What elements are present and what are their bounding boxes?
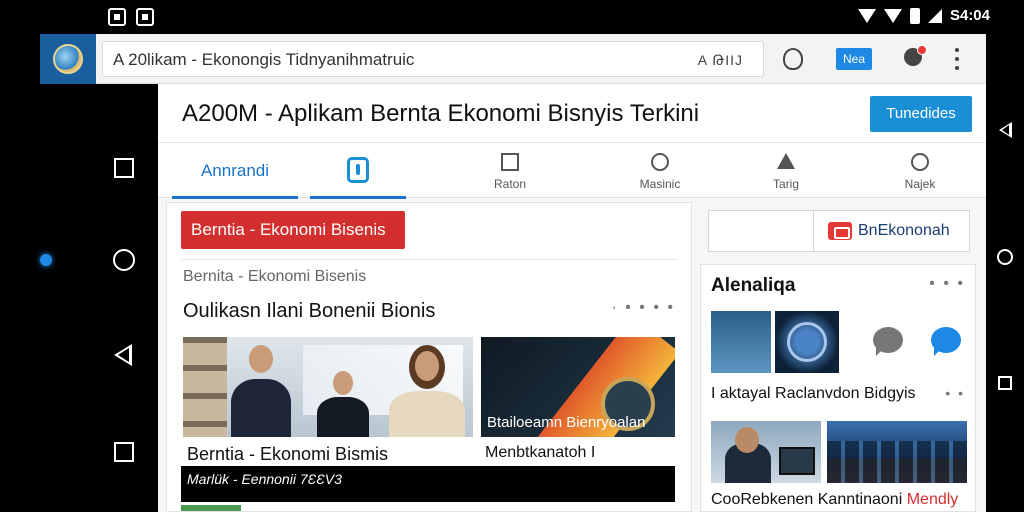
more-menu-icon[interactable] [954, 48, 960, 70]
wifi-icon [857, 8, 876, 23]
mail-icon [501, 153, 519, 171]
bookshelf-graphic [183, 337, 227, 437]
monitor-graphic [779, 447, 815, 475]
status-bar: S4:04 [0, 0, 1024, 34]
back-triangle-icon[interactable] [114, 344, 132, 366]
person-man-head [249, 345, 273, 373]
signal-icon [927, 8, 942, 23]
status-right-icons: S4:04 [857, 7, 990, 24]
status-left-icons [108, 8, 154, 26]
side-thumb-person[interactable] [711, 421, 821, 483]
phone-screen: S4:04 A 20likam - Ekonongis Tidnyanihmat… [0, 0, 1024, 512]
side-bottom-red-text: Mendly [906, 491, 959, 508]
news-card-image-team[interactable] [183, 337, 473, 437]
divider [181, 259, 677, 260]
section-more-icon[interactable]: · • • • • [611, 299, 675, 317]
side-thumb-tech[interactable] [775, 311, 839, 373]
tab-raton-label: Raton [493, 177, 527, 191]
triangle-icon [777, 153, 795, 169]
side-thumb-city[interactable] [711, 311, 771, 373]
tab-masinic-label: Masinic [639, 177, 681, 191]
card2-caption[interactable]: Menbtkanatoh I [485, 444, 595, 462]
site-logo[interactable] [40, 34, 96, 84]
globe-logo-icon [53, 44, 83, 74]
news-card-image-tech[interactable]: Btailoeamn Bienryoalan [481, 337, 675, 437]
url-right-text: A ԹIIJ [697, 52, 743, 68]
home-circle-icon[interactable] [113, 249, 135, 271]
black-banner-text: Marlük - Eennonii 7ƐƐV3 [187, 471, 342, 487]
chat-gray-icon[interactable] [873, 327, 903, 356]
tab-raton[interactable]: Raton [448, 143, 572, 199]
url-text: A 20likam - Ekonongis Tidnyanihmatruiс [113, 50, 415, 69]
tab-badge[interactable] [304, 143, 412, 199]
server-racks-graphic [827, 441, 967, 483]
side-thumb-servers[interactable] [827, 421, 967, 483]
wifi-icon-secondary [883, 8, 902, 23]
right-recents-icon[interactable] [998, 376, 1012, 390]
target-ring-icon [787, 322, 827, 362]
side-bottom-caption[interactable]: CooRebkenen Kanntinaoni Mendly [711, 491, 958, 509]
page-header: A200M - Aplikam Bernta Ekonomi Bisnyis T… [158, 84, 986, 142]
side-panel: Alenaliqa • • • I aktayal Raclanvdon Bid… [700, 264, 976, 512]
left-nav-bar [0, 34, 158, 512]
bottom-green-accent [181, 505, 241, 511]
person-woman-1-head [333, 371, 353, 395]
user-icon [911, 153, 929, 171]
right-nav-bar [986, 34, 1024, 512]
black-banner[interactable]: Marlük - Eennonii 7ƐƐV3 [181, 466, 675, 502]
web-page: A200M - Aplikam Bernta Ekonomi Bisnyis T… [158, 84, 986, 512]
side-heading: Alenaliqa [711, 275, 796, 296]
search-icon [651, 153, 669, 171]
page-title: A200M - Aplikam Bernta Ekonomi Bisnyis T… [182, 100, 700, 127]
battery-icon [909, 7, 920, 24]
tab-najek-label: Najek [904, 177, 936, 191]
tab-tarig-label: Tarig [772, 177, 799, 191]
tab-tarig[interactable]: Tarig [724, 143, 848, 199]
app-notification-icon [136, 8, 154, 26]
chat-blue-icon[interactable] [931, 327, 961, 356]
side-caption-more-icon[interactable]: • • [945, 385, 965, 401]
browser-toolbar: A 20likam - Ekonongis Tidnyanihmatruiс A… [40, 34, 986, 84]
person-head [735, 427, 759, 453]
tab-masinic[interactable]: Masinic [598, 143, 722, 199]
card2-overlay-text: Btailoeamn Bienryoalan [487, 414, 646, 431]
badge-icon [347, 157, 369, 183]
tab-najek[interactable]: Najek [858, 143, 982, 199]
notification-icon [108, 8, 126, 26]
tab-home-label: Annrandi [200, 161, 270, 180]
right-back-icon[interactable] [999, 122, 1012, 138]
recents-square-icon[interactable] [114, 158, 134, 178]
person-woman-1 [317, 397, 369, 437]
chat-flag-icon [828, 222, 852, 240]
section-label: Bernita - Ekonomi Bisenis [183, 268, 367, 285]
person-woman-2 [389, 391, 465, 437]
header-action-button[interactable]: Tunedides [870, 96, 972, 132]
side-bottom-text: CooRebkenen Kanntinaoni [711, 491, 903, 508]
section-heading: Oulikasn Ilani Bonenii Bionis [183, 300, 436, 322]
person-woman-2-head [415, 351, 439, 381]
person-man [231, 379, 291, 437]
side-caption[interactable]: I aktayal Raclanvdon Bidgyis [711, 385, 916, 403]
card1-caption[interactable]: Berntia - Ekonomi Bismis [187, 444, 388, 465]
indicator-dot [40, 254, 52, 266]
status-time: S4:04 [949, 7, 990, 24]
main-column: Berntia - Ekonomi Bisenis Bernita - Ekon… [166, 202, 692, 512]
toolbar-badge-button[interactable]: Nea [836, 48, 872, 70]
side-top-box: BnEkononah [708, 210, 970, 252]
category-chip[interactable]: Berntia - Ekonomi Bisenis [181, 211, 405, 249]
right-home-icon[interactable] [997, 249, 1013, 265]
tab-active-underline [172, 196, 298, 199]
side-top-button[interactable]: BnEkononah [813, 211, 971, 251]
tab-bar: Annrandi Raton Masinic Tarig Najek [158, 142, 986, 199]
notification-dot [917, 45, 927, 55]
side-more-icon[interactable]: • • • [929, 275, 965, 293]
shield-icon[interactable] [783, 48, 803, 70]
side-top-label: BnEkononah [858, 222, 950, 239]
tab-home[interactable]: Annrandi [166, 143, 304, 199]
tab-badge-underline [310, 196, 406, 199]
url-bar[interactable]: A 20likam - Ekonongis Tidnyanihmatruiс A… [102, 41, 764, 77]
overview-square-icon[interactable] [114, 442, 134, 462]
